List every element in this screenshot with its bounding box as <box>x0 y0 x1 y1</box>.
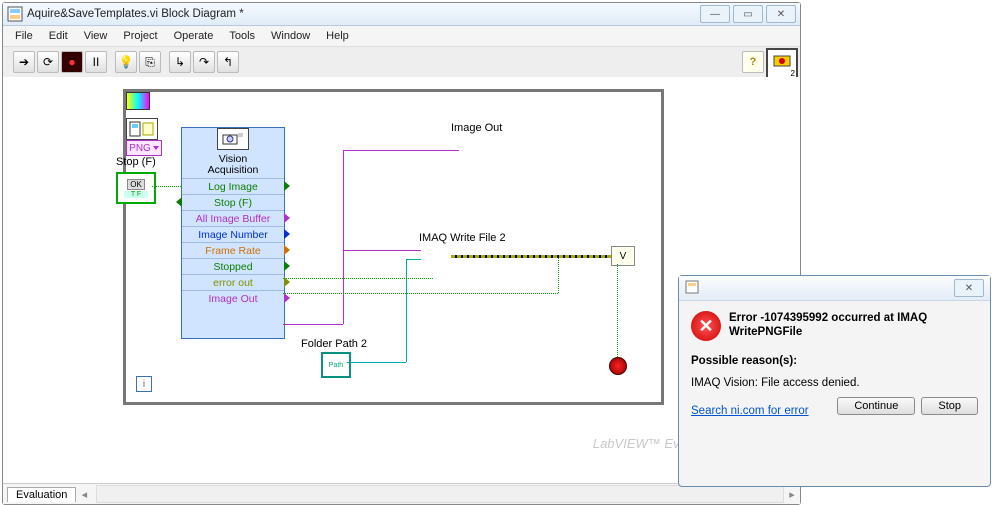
step-over-button[interactable]: ↷ <box>193 51 215 73</box>
toolbar: ➔ ⟳ ● II 💡 ⎘ ↳ ↷ ↰ ? 2 <box>3 47 800 78</box>
run-continuous-button[interactable]: ⟳ <box>37 51 59 73</box>
context-help-button[interactable]: ? <box>742 51 764 73</box>
search-ni-link[interactable]: Search ni.com for error <box>691 405 809 417</box>
stop-button[interactable]: Stop <box>921 397 978 415</box>
wire-image-out-h2 <box>343 150 459 151</box>
dialog-titlebar[interactable]: ✕ <box>679 276 990 301</box>
folder-path-control[interactable]: Path <box>321 352 351 378</box>
menu-operate[interactable]: Operate <box>166 28 222 44</box>
pause-button[interactable]: II <box>85 51 107 73</box>
horizontal-scrollbar[interactable] <box>96 485 784 503</box>
express-vi-caption: VisionAcquisition <box>208 152 259 178</box>
wire-error-h <box>451 255 611 258</box>
menu-help[interactable]: Help <box>318 28 357 44</box>
dialog-close-button[interactable]: ✕ <box>954 279 984 297</box>
image-thumb-icon <box>126 92 150 110</box>
window-buttons: — ▭ ✕ <box>700 5 796 23</box>
stop-control-label: Stop (F) <box>116 156 156 168</box>
maximize-button[interactable]: ▭ <box>733 5 763 23</box>
menu-window[interactable]: Window <box>263 28 318 44</box>
error-heading: Error -1074395992 occurred at IMAQ Write… <box>729 311 978 339</box>
step-out-button[interactable]: ↰ <box>217 51 239 73</box>
highlight-button[interactable]: 💡 <box>115 51 137 73</box>
scroll-left-button[interactable]: ◂ <box>76 488 92 501</box>
ok-button-face: OK <box>127 179 145 190</box>
menu-view[interactable]: View <box>76 28 116 44</box>
retain-button[interactable]: ⎘ <box>139 51 161 73</box>
error-icon: ✕ <box>691 311 721 341</box>
evaluation-tab[interactable]: Evaluation <box>7 487 76 502</box>
express-terminal-stop-f-[interactable]: Stop (F) <box>182 194 284 210</box>
express-terminal-log-image[interactable]: Log Image <box>182 178 284 194</box>
continue-button[interactable]: Continue <box>837 397 915 415</box>
loop-stop-condition[interactable] <box>609 357 627 375</box>
camera-icon <box>217 128 249 150</box>
minimize-button[interactable]: — <box>700 5 730 23</box>
wire-image-out-h1 <box>283 324 343 325</box>
folder-path-label: Folder Path 2 <box>301 338 367 350</box>
express-terminal-image-out[interactable]: Image Out <box>182 290 284 306</box>
wire-path-h1 <box>347 362 406 363</box>
wire-image-out-v <box>343 150 344 324</box>
app-icon <box>7 6 23 22</box>
express-terminal-frame-rate[interactable]: Frame Rate <box>182 242 284 258</box>
or-gate[interactable]: V <box>611 246 635 266</box>
menu-project[interactable]: Project <box>115 28 165 44</box>
stop-boolean-control[interactable]: OK T F <box>116 172 156 204</box>
wire-stop-h <box>152 186 181 187</box>
dialog-app-icon <box>685 280 699 297</box>
wire-stopped-h <box>283 293 558 294</box>
run-button[interactable]: ➔ <box>13 51 35 73</box>
wire-path-h2 <box>406 259 421 260</box>
main-titlebar[interactable]: Aquire&SaveTemplates.vi Block Diagram * … <box>3 3 800 26</box>
vision-acquisition-express-vi[interactable]: VisionAcquisition Log ImageStop (F)All I… <box>181 127 285 339</box>
tf-indicator: T F <box>124 191 148 198</box>
menubar: File Edit View Project Operate Tools Win… <box>3 26 800 47</box>
wire-stopped-v <box>558 257 559 293</box>
possible-reasons-header: Possible reason(s): <box>691 355 978 367</box>
image-out-indicator[interactable] <box>126 92 158 118</box>
error-reason-text: IMAQ Vision: File access denied. <box>691 377 978 389</box>
close-button[interactable]: ✕ <box>766 5 796 23</box>
step-in-button[interactable]: ↳ <box>169 51 191 73</box>
imaq-write-file-vi[interactable] <box>126 118 158 140</box>
loop-iteration-terminal[interactable]: i <box>136 376 152 392</box>
express-terminal-stopped[interactable]: Stopped <box>182 258 284 274</box>
wire-path-v <box>406 259 407 362</box>
png-format-selector[interactable]: PNG <box>126 140 162 156</box>
menu-tools[interactable]: Tools <box>221 28 263 44</box>
menu-file[interactable]: File <box>7 28 41 44</box>
vi-icon[interactable]: 2 <box>766 48 798 80</box>
abort-button[interactable]: ● <box>61 51 83 73</box>
express-vi-header: VisionAcquisition <box>182 128 284 178</box>
image-out-label: Image Out <box>451 122 502 134</box>
while-loop[interactable]: Stop (F) OK T F VisionAcquisition Log Im… <box>123 89 664 405</box>
express-terminal-image-number[interactable]: Image Number <box>182 226 284 242</box>
wire-or-to-stop <box>617 264 618 357</box>
express-terminal-all-image-buffer[interactable]: All Image Buffer <box>182 210 284 226</box>
express-terminal-error-out[interactable]: error out <box>182 274 284 290</box>
window-title: Aquire&SaveTemplates.vi Block Diagram * <box>27 8 700 20</box>
menu-edit[interactable]: Edit <box>41 28 76 44</box>
imaq-write-label: IMAQ Write File 2 <box>419 232 506 244</box>
error-dialog: ✕ ✕ Error -1074395992 occurred at IMAQ W… <box>678 275 991 487</box>
wire-image-to-imaq <box>343 250 421 251</box>
scroll-right-button[interactable]: ▸ <box>784 488 800 501</box>
wire-frame-h <box>283 278 433 279</box>
dialog-body: ✕ Error -1074395992 occurred at IMAQ Wri… <box>679 301 990 427</box>
